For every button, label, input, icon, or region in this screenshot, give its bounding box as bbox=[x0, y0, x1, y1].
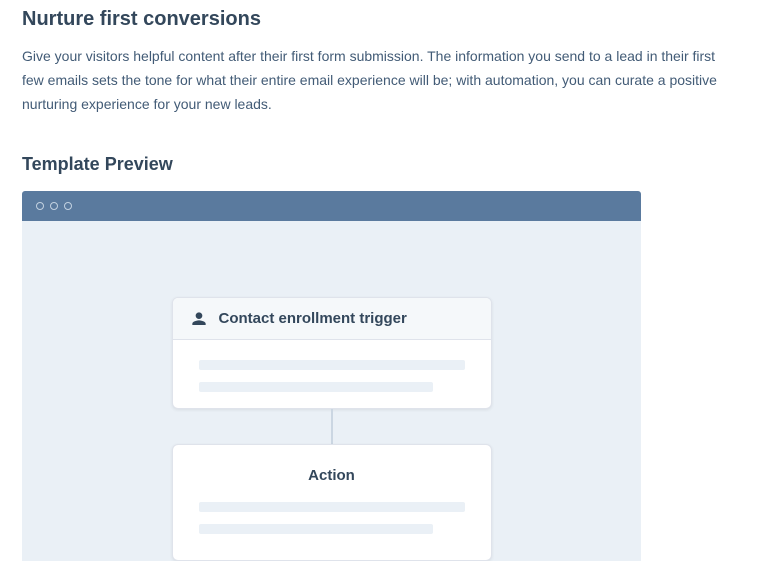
action-card[interactable]: Action bbox=[172, 444, 492, 561]
browser-dot-icon bbox=[36, 202, 44, 210]
trigger-card-body bbox=[173, 340, 491, 409]
action-card-title: Action bbox=[199, 467, 465, 484]
flow-connector bbox=[331, 409, 333, 444]
page-title: Nurture first conversions bbox=[22, 8, 738, 31]
skeleton-line bbox=[199, 382, 433, 392]
trigger-card-title: Contact enrollment trigger bbox=[219, 310, 407, 327]
page-container: Nurture first conversions Give your visi… bbox=[0, 0, 760, 561]
browser-frame-header bbox=[22, 191, 641, 221]
contact-icon bbox=[191, 311, 207, 327]
trigger-card-header: Contact enrollment trigger bbox=[173, 298, 491, 340]
trigger-card[interactable]: Contact enrollment trigger bbox=[172, 297, 492, 409]
skeleton-line bbox=[199, 360, 465, 370]
skeleton-line bbox=[199, 502, 465, 512]
template-preview-heading: Template Preview bbox=[22, 154, 738, 175]
browser-dot-icon bbox=[64, 202, 72, 210]
browser-dot-icon bbox=[50, 202, 58, 210]
page-description: Give your visitors helpful content after… bbox=[22, 45, 738, 116]
preview-canvas: Contact enrollment trigger Action bbox=[22, 221, 641, 561]
skeleton-line bbox=[199, 524, 433, 534]
